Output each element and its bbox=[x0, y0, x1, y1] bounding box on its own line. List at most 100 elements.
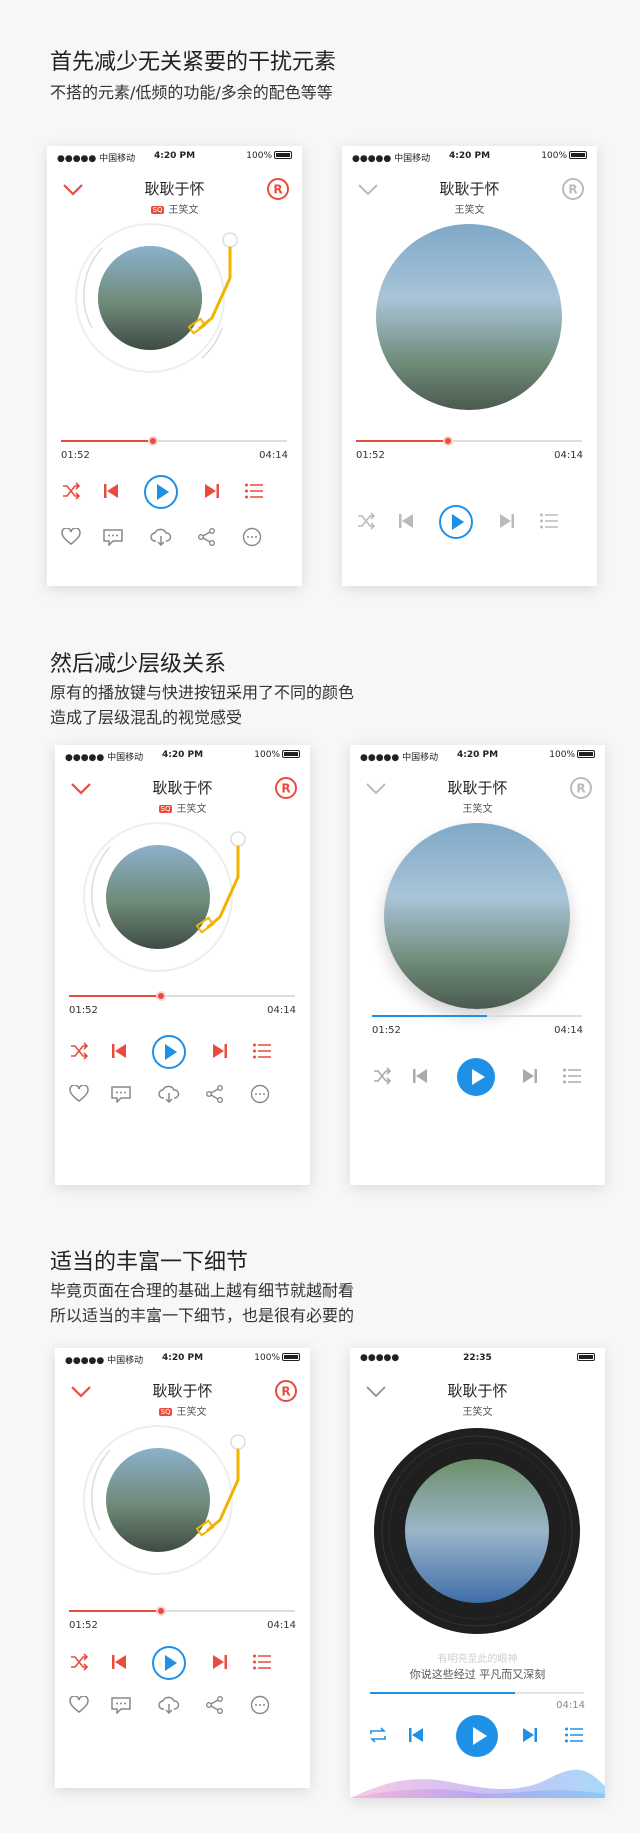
play-button[interactable] bbox=[151, 1645, 187, 1681]
turntable-art bbox=[75, 223, 238, 373]
playlist-icon[interactable] bbox=[252, 1653, 272, 1671]
progress-track[interactable] bbox=[372, 1015, 582, 1017]
shuffle-icon[interactable] bbox=[356, 512, 376, 530]
comment-icon[interactable] bbox=[111, 1085, 131, 1103]
heart-icon[interactable] bbox=[69, 1085, 89, 1103]
elapsed-time: 01:52 bbox=[69, 1005, 98, 1016]
battery-icon bbox=[569, 151, 587, 159]
next-icon[interactable] bbox=[522, 1726, 538, 1744]
progress-fill bbox=[372, 1015, 487, 1017]
sq-badge: SQ bbox=[158, 805, 173, 813]
battery-icon bbox=[282, 750, 300, 758]
elapsed-time: 01:52 bbox=[372, 1025, 401, 1036]
shuffle-icon[interactable] bbox=[61, 482, 81, 500]
battery-level: 100% bbox=[549, 750, 595, 760]
vinyl-record bbox=[374, 1428, 580, 1634]
playlist-icon[interactable] bbox=[244, 482, 264, 500]
battery-level: 100% bbox=[541, 151, 587, 161]
total-time: 04:14 bbox=[556, 1700, 585, 1711]
play-button[interactable] bbox=[143, 474, 179, 510]
battery-icon bbox=[274, 151, 292, 159]
progress-track[interactable] bbox=[356, 436, 582, 446]
download-icon[interactable] bbox=[150, 528, 172, 546]
registered-icon[interactable]: R bbox=[569, 776, 593, 800]
total-time: 04:14 bbox=[554, 1025, 583, 1036]
status-bar: ●●●●● 中国移动 4:20 PM 100% bbox=[342, 146, 597, 166]
shuffle-icon[interactable] bbox=[69, 1653, 89, 1671]
song-title: 耿耿于怀 bbox=[439, 180, 500, 198]
play-button[interactable] bbox=[151, 1034, 187, 1070]
lyric-line-current: 你说这些经过 平凡而又深刻 bbox=[409, 1668, 546, 1681]
playlist-icon[interactable] bbox=[252, 1042, 272, 1060]
song-title: 耿耿于怀 bbox=[447, 1382, 508, 1400]
registered-icon[interactable]: R bbox=[561, 177, 585, 201]
next-icon[interactable] bbox=[204, 482, 220, 500]
share-icon[interactable] bbox=[205, 1696, 225, 1714]
svg-text:R: R bbox=[281, 1385, 290, 1399]
progress-track[interactable] bbox=[61, 436, 287, 446]
phone-before-hierarchy: ●●●●● 中国移动 4:20 PM 100% 耿耿于怀 SQ 王笑文 R 01:… bbox=[55, 745, 310, 1185]
song-artist: SQ 王笑文 bbox=[150, 205, 199, 216]
status-time: 22:35 bbox=[463, 1353, 492, 1363]
registered-icon[interactable]: R bbox=[274, 1379, 298, 1403]
playlist-icon[interactable] bbox=[539, 512, 559, 530]
progress-knob[interactable] bbox=[148, 436, 158, 446]
progress-knob[interactable] bbox=[156, 991, 166, 1001]
phone-original: ●●●●● 中国移动 4:20 PM 100% 耿耿于怀 SQ 王笑文 R 01:… bbox=[47, 146, 302, 586]
section-2: 然后减少层级关系 原有的播放键与快进按钮采用了不同的颜色 造成了层级混乱的视觉感… bbox=[0, 600, 640, 1200]
lyric-line-previous: 有明亮至此的眼神 bbox=[437, 1654, 518, 1665]
more-icon[interactable] bbox=[250, 1695, 270, 1715]
registered-icon[interactable]: R bbox=[266, 177, 290, 201]
more-icon[interactable] bbox=[242, 527, 262, 547]
shuffle-icon[interactable] bbox=[69, 1042, 89, 1060]
repeat-icon[interactable] bbox=[368, 1726, 388, 1744]
play-button[interactable] bbox=[456, 1057, 496, 1097]
sq-badge: SQ bbox=[158, 1408, 173, 1416]
play-button[interactable] bbox=[455, 1714, 499, 1758]
comment-icon[interactable] bbox=[103, 528, 123, 546]
heart-icon[interactable] bbox=[61, 528, 81, 546]
next-icon[interactable] bbox=[522, 1067, 538, 1085]
share-icon[interactable] bbox=[197, 528, 217, 546]
svg-text:R: R bbox=[281, 782, 290, 796]
previous-icon[interactable] bbox=[111, 1042, 127, 1060]
previous-icon[interactable] bbox=[408, 1726, 424, 1744]
section-description: 不搭的元素/低频的功能/多余的配色等等 bbox=[50, 83, 333, 102]
progress-knob[interactable] bbox=[443, 436, 453, 446]
heart-icon[interactable] bbox=[69, 1696, 89, 1714]
previous-icon[interactable] bbox=[412, 1067, 428, 1085]
progress-track[interactable] bbox=[69, 991, 295, 1001]
progress-track[interactable] bbox=[370, 1692, 584, 1694]
section-description-2: 造成了层级混乱的视觉感受 bbox=[50, 708, 243, 727]
playlist-icon[interactable] bbox=[564, 1726, 584, 1744]
battery-level: 100% bbox=[254, 750, 300, 760]
phone-before-detail: ●●●●● 中国移动 4:20 PM 100% 耿耿于怀 SQ 王笑文 R 01:… bbox=[55, 1348, 310, 1788]
share-icon[interactable] bbox=[205, 1085, 225, 1103]
previous-icon[interactable] bbox=[103, 482, 119, 500]
song-title: 耿耿于怀 bbox=[144, 180, 205, 198]
next-icon[interactable] bbox=[212, 1042, 228, 1060]
status-bar: ●●●●● 中国移动 4:20 PM 100% bbox=[47, 146, 302, 166]
playlist-icon[interactable] bbox=[562, 1067, 582, 1085]
progress-knob[interactable] bbox=[156, 1606, 166, 1616]
registered-icon[interactable]: R bbox=[274, 776, 298, 800]
battery-icon bbox=[282, 1353, 300, 1361]
play-button[interactable] bbox=[438, 504, 474, 540]
battery-level: 100% bbox=[246, 151, 292, 161]
next-icon[interactable] bbox=[499, 512, 515, 530]
previous-icon[interactable] bbox=[398, 512, 414, 530]
svg-text:R: R bbox=[273, 183, 282, 197]
progress-track[interactable] bbox=[69, 1606, 295, 1616]
battery-level: 100% bbox=[254, 1353, 300, 1363]
section-3: 适当的丰富一下细节 毕竟页面在合理的基础上越有细节就越耐看 所以适当的丰富一下细… bbox=[0, 1200, 640, 1833]
comment-icon[interactable] bbox=[111, 1696, 131, 1714]
more-icon[interactable] bbox=[250, 1084, 270, 1104]
next-icon[interactable] bbox=[212, 1653, 228, 1671]
shuffle-icon[interactable] bbox=[372, 1067, 392, 1085]
download-icon[interactable] bbox=[158, 1085, 180, 1103]
previous-icon[interactable] bbox=[111, 1653, 127, 1671]
turntable-art bbox=[83, 822, 246, 972]
download-icon[interactable] bbox=[158, 1696, 180, 1714]
elapsed-time: 01:52 bbox=[69, 1620, 98, 1631]
svg-text:R: R bbox=[576, 782, 585, 796]
